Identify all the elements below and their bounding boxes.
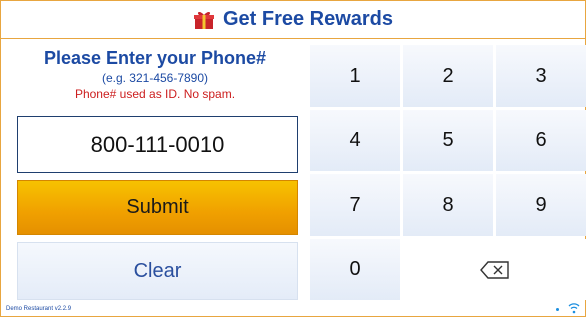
prompt-example: (e.g. 321-456-7890) <box>101 71 209 85</box>
prompt-note: Phone# used as ID. No spam. <box>74 87 236 101</box>
key-0[interactable]: 0 <box>310 239 400 300</box>
key-6[interactable]: 6 <box>496 110 586 171</box>
key-2[interactable]: 2 <box>403 45 493 107</box>
key-8[interactable]: 8 <box>403 174 493 236</box>
status-dot <box>556 308 559 311</box>
prompt-title: Please Enter your Phone# <box>43 48 267 68</box>
backspace-button[interactable] <box>403 239 586 300</box>
key-4[interactable]: 4 <box>310 110 400 171</box>
clear-button[interactable]: Clear <box>17 242 298 300</box>
phone-input[interactable]: 800-111-0010 <box>17 116 298 173</box>
key-3[interactable]: 3 <box>496 45 586 107</box>
phone-prompt: Please Enter your Phone# (e.g. 321-456-7… <box>13 48 297 102</box>
key-7[interactable]: 7 <box>310 174 400 236</box>
header: Get Free Rewards <box>1 1 585 39</box>
version-label: Demo Restaurant v2.2.9 <box>6 306 72 312</box>
keypad: 1 2 3 4 5 6 7 8 9 0 <box>308 45 586 300</box>
key-9[interactable]: 9 <box>496 174 586 236</box>
wifi-icon <box>568 303 580 314</box>
backspace-icon <box>479 260 509 279</box>
header-title: Get Free Rewards <box>222 8 394 30</box>
key-5[interactable]: 5 <box>403 110 493 171</box>
gift-icon <box>193 11 214 29</box>
submit-button[interactable]: Submit <box>17 180 298 235</box>
key-1[interactable]: 1 <box>310 45 400 107</box>
